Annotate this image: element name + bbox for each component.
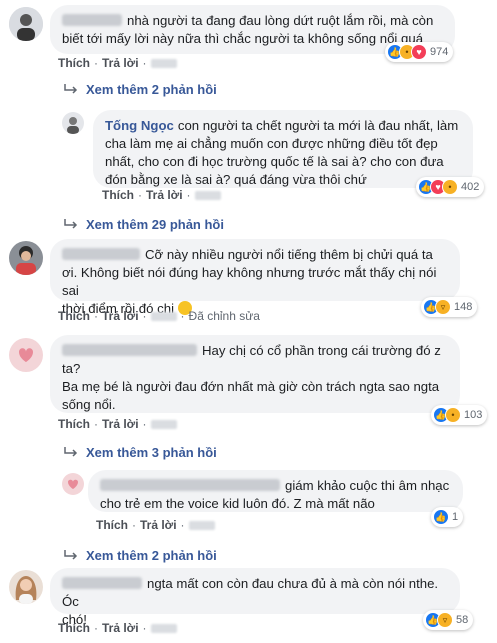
reply-actions: Thích · Trả lời · — [96, 518, 215, 532]
like-link[interactable]: Thích — [102, 188, 134, 202]
comment-text: con người ta chết người ta mới là đau nh… — [177, 118, 459, 133]
comment-bubble: Cỡ này nhiều người nổi tiếng thêm bị chử… — [50, 239, 460, 316]
reply-link[interactable]: Trả lời — [146, 188, 183, 202]
reply-arrow-icon — [64, 550, 78, 560]
love-icon: ♥ — [411, 44, 427, 60]
timestamp[interactable] — [188, 521, 215, 530]
view-more-replies[interactable]: Xem thêm 2 phản hồi — [64, 82, 217, 97]
comment-actions: Thích · Trả lời · — [58, 417, 177, 431]
author-name[interactable]: Tống Ngọc — [105, 118, 174, 133]
blurred-name[interactable] — [62, 248, 140, 260]
like-link[interactable]: Thích — [58, 621, 90, 635]
reply-link[interactable]: Trả lời — [140, 518, 177, 532]
sad-icon: • — [445, 407, 461, 423]
reaction-count: 1 — [452, 511, 459, 523]
reply-actions: Thích · Trả lời · — [102, 188, 221, 202]
view-more-replies[interactable]: Xem thêm 3 phản hồi — [64, 445, 217, 460]
blurred-name[interactable] — [62, 577, 142, 589]
reaction-count: 402 — [461, 181, 480, 193]
like-link[interactable]: Thích — [58, 309, 90, 323]
comment-text: sống nổi. — [62, 397, 116, 412]
comment-text: cha làm mẹ ai chẳng muốn con được những … — [105, 136, 438, 151]
avatar[interactable] — [9, 338, 43, 372]
reaction-summary[interactable]: 👍 ▿ 58 — [423, 610, 474, 630]
edited-label[interactable]: Đã chỉnh sửa — [189, 309, 260, 323]
timestamp[interactable] — [194, 191, 221, 200]
timestamp[interactable] — [150, 624, 177, 633]
comment-text: giám khảo cuộc thi âm nhạc — [285, 478, 450, 493]
view-more-replies[interactable]: Xem thêm 29 phản hồi — [64, 217, 224, 232]
reaction-summary[interactable]: 👍 • 103 — [431, 405, 488, 425]
reaction-summary[interactable]: 👍 ♥ • 402 — [416, 177, 485, 197]
comment-text: đón bằng xe là sai à? quá đáng vừa thôi … — [105, 172, 367, 187]
comment-text: Ba mẹ bé là người đau đớn nhất mà giờ cò… — [62, 379, 440, 394]
haha-icon: ▿ — [435, 299, 451, 315]
like-link[interactable]: Thích — [58, 56, 90, 70]
avatar[interactable] — [62, 112, 84, 134]
reaction-count: 58 — [456, 614, 469, 626]
reply-link[interactable]: Trả lời — [102, 309, 139, 323]
avatar[interactable] — [9, 241, 43, 275]
like-icon: 👍 — [433, 509, 449, 525]
reaction-count: 148 — [454, 301, 473, 313]
comment-actions: Thích · Trả lời · — [58, 56, 177, 70]
comment-text: Cỡ này nhiều người nổi tiếng thêm bị chử… — [145, 247, 433, 262]
reaction-count: 974 — [430, 46, 449, 58]
avatar[interactable] — [9, 570, 43, 604]
reaction-count: 103 — [464, 409, 483, 421]
comment-text: ơi. Không biết nói đúng hay không nhưng … — [62, 265, 437, 298]
comment-actions: Thích · Trả lời · · Đã chỉnh sửa — [58, 309, 260, 323]
reply-bubble: giám khảo cuộc thi âm nhạc cho trẻ em th… — [88, 470, 463, 512]
reply-link[interactable]: Trả lời — [102, 417, 139, 431]
timestamp[interactable] — [150, 420, 177, 429]
haha-icon: ▿ — [437, 612, 453, 628]
comment-bubble: ngta mất con còn đau chưa đủ à mà còn nó… — [50, 568, 460, 627]
blurred-name[interactable] — [100, 479, 280, 491]
timestamp[interactable] — [150, 59, 177, 68]
avatar[interactable] — [9, 7, 43, 41]
reply-arrow-icon — [64, 447, 78, 457]
comment-text: ta? — [62, 361, 81, 376]
avatar[interactable] — [62, 473, 84, 495]
comment-text: Hay chị có cổ phần trong cái trường đó z — [202, 343, 441, 358]
reaction-summary[interactable]: 👍 1 — [431, 507, 464, 527]
timestamp[interactable] — [150, 312, 177, 321]
reply-bubble: Tống Ngọc con người ta chết người ta mới … — [93, 110, 473, 188]
comment-actions: Thích · Trả lời · — [58, 621, 177, 635]
comment-bubble: Hay chị có cổ phần trong cái trường đó z… — [50, 335, 460, 413]
comment-text: cho trẻ em the voice kid luôn đó. Z mà m… — [100, 496, 375, 511]
reply-arrow-icon — [64, 84, 78, 94]
like-link[interactable]: Thích — [96, 518, 128, 532]
comment-text: nhà người ta đang đau lòng dứt ruột lắm … — [127, 13, 434, 28]
reaction-summary[interactable]: 👍 • ♥ 974 — [385, 42, 454, 62]
sad-icon: • — [442, 179, 458, 195]
reaction-summary[interactable]: 👍 ▿ 148 — [421, 297, 478, 317]
reply-arrow-icon — [64, 219, 78, 229]
reply-link[interactable]: Trả lời — [102, 56, 139, 70]
view-more-replies[interactable]: Xem thêm 2 phản hồi — [64, 548, 217, 563]
blurred-name[interactable] — [62, 14, 122, 26]
comment-text: nhất, cho con đi học trường quốc tế là s… — [105, 154, 444, 169]
like-link[interactable]: Thích — [58, 417, 90, 431]
blurred-name[interactable] — [62, 344, 197, 356]
reply-link[interactable]: Trả lời — [102, 621, 139, 635]
